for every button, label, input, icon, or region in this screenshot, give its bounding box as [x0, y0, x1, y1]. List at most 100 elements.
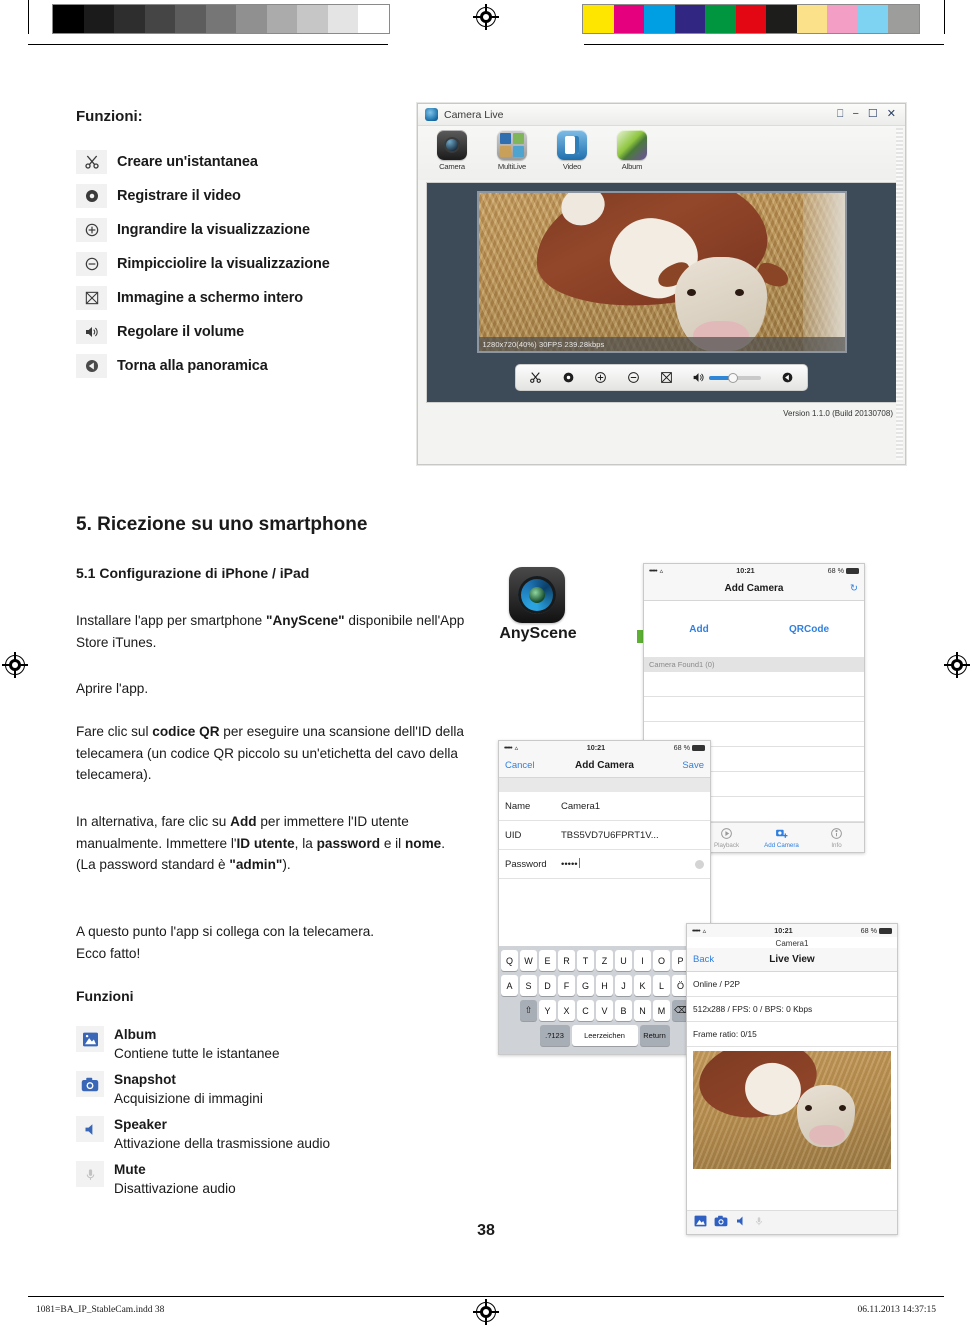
- minimize-icon[interactable]: −: [852, 109, 858, 120]
- keyboard-key[interactable]: H: [596, 975, 613, 996]
- form-row-password[interactable]: Password •••••: [499, 850, 710, 879]
- name-field[interactable]: Camera1: [561, 801, 704, 812]
- keyboard-key[interactable]: ⇧: [520, 1000, 537, 1021]
- keyboard-key[interactable]: D: [539, 975, 556, 996]
- keyboard-key[interactable]: X: [558, 1000, 575, 1021]
- toolbar-button-camera[interactable]: Camera: [430, 130, 474, 180]
- password-field[interactable]: •••••: [561, 858, 695, 870]
- keyboard-key[interactable]: L: [653, 975, 670, 996]
- keyboard-key[interactable]: Return: [639, 1025, 670, 1046]
- player-control-bar: [515, 364, 808, 391]
- back-button[interactable]: Back: [693, 954, 731, 965]
- zoom-out-icon[interactable]: [627, 371, 640, 384]
- zoom-out-icon: [76, 252, 107, 276]
- list-item[interactable]: [644, 697, 864, 722]
- functions-list: Creare un'istantanea Registrare il video I…: [76, 145, 406, 383]
- keyboard-key[interactable]: T: [577, 950, 594, 971]
- status-time: 10:21: [774, 926, 793, 935]
- keyboard-key[interactable]: O: [653, 950, 670, 971]
- zoom-in-icon[interactable]: [594, 371, 607, 384]
- iphone-screenshot-add-camera-form: ••••• ▵ 10:21 68 % Cancel Add Camera Sav…: [498, 740, 711, 1055]
- keyboard-key[interactable]: M: [653, 1000, 670, 1021]
- app-icon-pupil: [529, 587, 545, 603]
- nav-title: Add Camera: [724, 583, 784, 594]
- window-controls: ⎕ − ☐ ✕: [837, 109, 905, 120]
- keyboard-key[interactable]: U: [615, 950, 632, 971]
- form-row-name[interactable]: Name Camera1: [499, 792, 710, 821]
- keyboard-key[interactable]: C: [577, 1000, 594, 1021]
- keyboard-key[interactable]: J: [615, 975, 632, 996]
- restore-icon[interactable]: ⎕: [837, 109, 844, 120]
- text-run: ).: [282, 857, 291, 872]
- cancel-button[interactable]: Cancel: [505, 760, 543, 771]
- iphone-screenshot-live-view: ••••• ▵ 10:21 68 % Camera1 Back Live Vie…: [686, 923, 898, 1235]
- keyboard-key[interactable]: I: [634, 950, 651, 971]
- qr-emphasis: codice QR: [152, 724, 220, 739]
- keyboard-key[interactable]: F: [558, 975, 575, 996]
- keyboard-key[interactable]: E: [539, 950, 556, 971]
- keyboard-key[interactable]: W: [520, 950, 537, 971]
- form-row-uid[interactable]: UID TBS5VD7U6FPRT1V...: [499, 821, 710, 850]
- keyboard-key[interactable]: G: [577, 975, 594, 996]
- app-function-row: Album Contiene tutte le istantanee: [76, 1026, 446, 1063]
- qrcode-button[interactable]: QRCode: [754, 624, 864, 635]
- function-row: Creare un'istantanea: [76, 145, 406, 179]
- battery-indicator: 68 %: [674, 743, 705, 752]
- paragraph-install-app: Installare l'app per smartphone "AnyScen…: [76, 610, 480, 653]
- add-button[interactable]: Add: [644, 624, 754, 635]
- volume-slider[interactable]: [709, 372, 762, 383]
- function-row: Regolare il volume: [76, 315, 406, 349]
- functions-app-heading: Funzioni: [76, 988, 134, 1004]
- signal-dots: •••••: [692, 926, 701, 935]
- keyboard-key[interactable]: S: [520, 975, 537, 996]
- toolbar-button-album[interactable]: Album: [610, 130, 654, 180]
- fullscreen-icon[interactable]: [660, 371, 673, 384]
- keyboard-row: QWERTZUIOPÜ: [501, 950, 708, 971]
- clear-field-icon[interactable]: [695, 859, 704, 869]
- field-label: UID: [505, 829, 522, 841]
- paragraph-connected: A questo punto l'app si collega con la t…: [76, 921, 480, 964]
- save-button[interactable]: Save: [666, 760, 704, 771]
- fullscreen-icon: [76, 286, 107, 310]
- keyboard-key[interactable]: Z: [596, 950, 613, 971]
- keyboard-key[interactable]: B: [615, 1000, 632, 1021]
- maximize-icon[interactable]: ☐: [868, 109, 878, 120]
- volume-control[interactable]: [692, 371, 762, 384]
- record-icon[interactable]: [562, 371, 575, 384]
- close-icon[interactable]: ✕: [887, 109, 896, 120]
- app-function-desc: Attivazione della trasmissione audio: [114, 1136, 331, 1151]
- camera-name-label: Camera1: [775, 939, 809, 948]
- back-arrow-icon[interactable]: [781, 371, 794, 384]
- toolbar-button-video[interactable]: Video: [550, 130, 594, 180]
- keyboard-key[interactable]: Y: [539, 1000, 556, 1021]
- camera-icon: [437, 130, 467, 160]
- signal-dots: •••••: [504, 743, 513, 752]
- uid-field[interactable]: TBS5VD7U6FPRT1V...: [561, 830, 704, 841]
- app-function-text: Album Contiene tutte le istantanee: [114, 1026, 280, 1063]
- battery-indicator: 68 %: [861, 926, 892, 935]
- battery-percent: 68 %: [827, 566, 844, 575]
- app-function-row: Mute Disattivazione audio: [76, 1161, 446, 1198]
- refresh-icon[interactable]: ↻: [820, 583, 858, 594]
- scissors-icon[interactable]: [529, 371, 542, 384]
- keyboard-key[interactable]: V: [596, 1000, 613, 1021]
- tab-info[interactable]: Info: [809, 827, 864, 849]
- text-run: Installare l'app per smartphone: [76, 613, 266, 628]
- window-scrollbar[interactable]: [896, 128, 903, 460]
- text-run: .: [441, 835, 446, 851]
- keyboard-key[interactable]: .?123: [539, 1025, 570, 1046]
- keyboard-key[interactable]: Q: [501, 950, 518, 971]
- keyboard-key[interactable]: K: [634, 975, 651, 996]
- volume-icon: [693, 373, 704, 382]
- keyboard-key[interactable]: A: [501, 975, 518, 996]
- keyboard-key[interactable]: R: [558, 950, 575, 971]
- app-function-desc: Acquisizione di immagini: [114, 1091, 263, 1106]
- tab-add-camera[interactable]: Add Camera: [754, 827, 809, 849]
- function-label: Rimpicciolire la visualizzazione: [117, 256, 330, 272]
- snapshot-camera-icon: [76, 1071, 104, 1097]
- keyboard-key[interactable]: Leerzeichen: [571, 1025, 638, 1046]
- toolbar-label: Album: [621, 162, 643, 171]
- keyboard-key[interactable]: N: [634, 1000, 651, 1021]
- list-item[interactable]: [644, 672, 864, 697]
- toolbar-button-multilive[interactable]: MultiLive: [490, 130, 534, 180]
